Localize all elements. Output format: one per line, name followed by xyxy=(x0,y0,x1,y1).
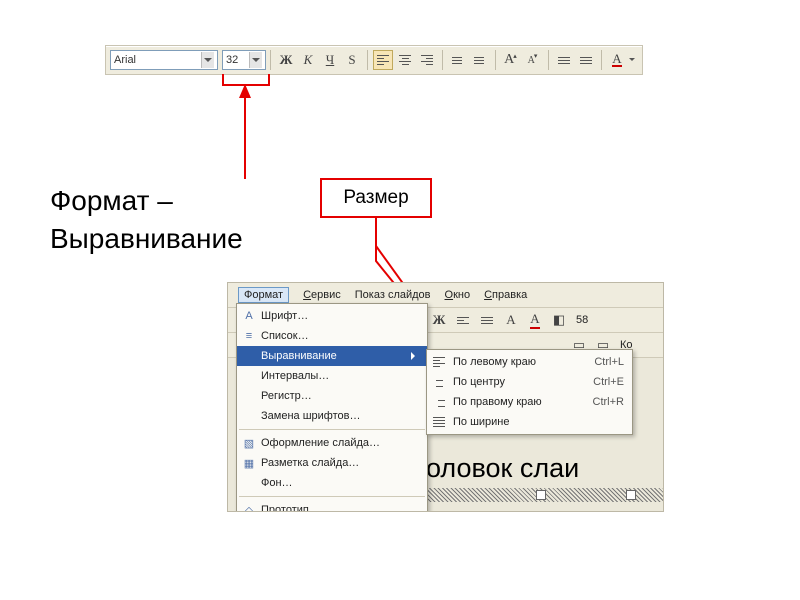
font-size-combo[interactable]: 32 xyxy=(222,50,266,70)
font-icon: A xyxy=(245,310,252,322)
placeholder-icon: ◇ xyxy=(245,504,253,513)
numbered-list-button[interactable] xyxy=(448,50,468,70)
chevron-down-icon[interactable] xyxy=(201,52,214,68)
align-center-button[interactable] xyxy=(395,50,415,70)
design-icon: ▧ xyxy=(244,437,254,450)
menu-item-font[interactable]: A Шрифт… xyxy=(237,306,427,326)
zoom-value: 58 xyxy=(576,314,588,326)
placeholder-hatching xyxy=(426,488,664,502)
size-callout-label: Размер xyxy=(343,187,408,209)
submenu-align-left[interactable]: По левому краю Ctrl+L xyxy=(427,352,632,372)
bg-text: оловок слаи xyxy=(426,453,579,484)
menu-item-replace-fonts[interactable]: Замена шрифтов… xyxy=(237,406,427,426)
submenu-align-right[interactable]: По правому краю Ctrl+R xyxy=(427,392,632,412)
font-size-value: 32 xyxy=(226,54,238,66)
menu-help[interactable]: Справка xyxy=(484,289,527,301)
align-left-button[interactable] xyxy=(373,50,393,70)
menu-item-slide-layout[interactable]: ▦ Разметка слайда… xyxy=(237,453,427,473)
bullets-button[interactable] xyxy=(477,310,497,330)
format-toolbar: Arial 32 Ж К Ч S A▴ A▾ A xyxy=(105,45,643,75)
menu-format[interactable]: Формат xyxy=(238,287,289,303)
submenu-align-justify[interactable]: По ширине xyxy=(427,412,632,432)
shadow-button[interactable]: S xyxy=(342,50,362,70)
font-color-button[interactable]: A xyxy=(525,310,545,330)
increase-indent-button[interactable] xyxy=(576,50,596,70)
menu-item-background[interactable]: Фон… xyxy=(237,473,427,493)
align-left-button[interactable] xyxy=(453,310,473,330)
menu-item-align[interactable]: Выравнивание xyxy=(237,346,427,366)
align-right-button[interactable] xyxy=(417,50,437,70)
format-dropdown: A Шрифт… ≡ Список… Выравнивание Интервал… xyxy=(236,303,428,512)
inset-screenshot: Формат Сервис Показ слайдов Окно Справка… xyxy=(227,282,664,512)
arrow-up-icon xyxy=(236,84,266,179)
menu-slideshow[interactable]: Показ слайдов xyxy=(355,289,431,301)
menu-service[interactable]: Сервис xyxy=(303,289,341,301)
bold-button[interactable]: Ж xyxy=(276,50,296,70)
bulleted-list-button[interactable] xyxy=(470,50,490,70)
heading-line1: Формат – xyxy=(50,182,243,220)
menu-item-placeholder[interactable]: ◇ Прототип… xyxy=(237,500,427,512)
font-color-button[interactable]: A xyxy=(607,50,627,70)
slide-heading: Формат – Выравнивание xyxy=(50,182,243,258)
chevron-right-icon xyxy=(411,352,419,360)
decrease-indent-button[interactable] xyxy=(554,50,574,70)
increase-font-button[interactable]: A xyxy=(501,310,521,330)
layout-icon: ▦ xyxy=(244,457,254,470)
menu-window[interactable]: Окно xyxy=(445,289,471,301)
increase-font-button[interactable]: A▴ xyxy=(501,50,521,70)
font-name-value: Arial xyxy=(114,54,136,66)
size-bracket xyxy=(222,74,270,86)
menu-item-intervals[interactable]: Интервалы… xyxy=(237,366,427,386)
decrease-font-button[interactable]: A▾ xyxy=(523,50,543,70)
menu-item-slide-design[interactable]: ▧ Оформление слайда… xyxy=(237,433,427,453)
align-submenu: По левому краю Ctrl+L По центру Ctrl+E П… xyxy=(426,349,633,435)
menu-item-case[interactable]: Регистр… xyxy=(237,386,427,406)
menu-item-list[interactable]: ≡ Список… xyxy=(237,326,427,346)
size-callout: Размер xyxy=(320,178,432,218)
submenu-align-center[interactable]: По центру Ctrl+E xyxy=(427,372,632,392)
bold-button[interactable]: Ж xyxy=(429,310,449,330)
underline-button[interactable]: Ч xyxy=(320,50,340,70)
tool-button[interactable]: ◧ xyxy=(549,310,569,330)
list-icon: ≡ xyxy=(246,330,252,342)
chevron-down-icon[interactable] xyxy=(249,52,262,68)
heading-line2: Выравнивание xyxy=(50,220,243,258)
italic-button[interactable]: К xyxy=(298,50,318,70)
chevron-down-icon[interactable] xyxy=(628,50,636,70)
font-name-combo[interactable]: Arial xyxy=(110,50,218,70)
